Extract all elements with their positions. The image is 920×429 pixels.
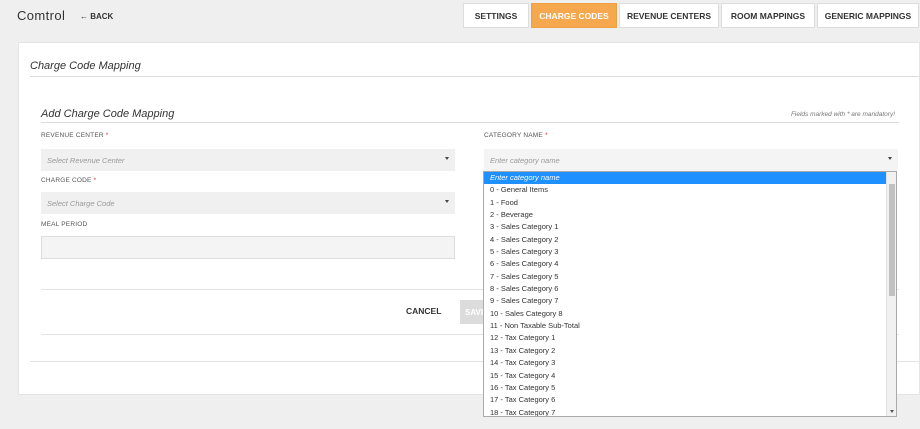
dropdown-option-placeholder[interactable]: Enter category name — [484, 172, 887, 185]
dropdown-option[interactable]: 1 - Food — [484, 197, 887, 209]
dropdown-option[interactable]: 8 - Sales Category 6 — [484, 283, 887, 295]
dropdown-option[interactable]: 13 - Tax Category 2 — [484, 345, 887, 357]
dropdown-option[interactable]: 18 - Tax Category 7 — [484, 407, 887, 416]
chevron-down-icon — [888, 157, 892, 160]
dropdown-option[interactable]: 9 - Sales Category 7 — [484, 295, 887, 307]
dropdown-scrollbar[interactable] — [886, 172, 896, 416]
dropdown-option[interactable]: 17 - Tax Category 6 — [484, 394, 887, 406]
dropdown-option[interactable]: 5 - Sales Category 3 — [484, 246, 887, 258]
dropdown-option[interactable]: 16 - Tax Category 5 — [484, 382, 887, 394]
dropdown-option[interactable]: 14 - Tax Category 3 — [484, 357, 887, 369]
dropdown-option[interactable]: 4 - Sales Category 2 — [484, 234, 887, 246]
charge-code-placeholder: Select Charge Code — [47, 198, 115, 208]
panel-divider — [30, 76, 920, 77]
required-mark: * — [105, 132, 109, 139]
category-dropdown-list[interactable]: Enter category name 0 - General Items 1 - … — [483, 171, 897, 417]
required-mark: * — [93, 177, 97, 184]
dropdown-options: Enter category name 0 - General Items 1 - … — [484, 172, 887, 416]
form-title: Add Charge Code Mapping — [41, 108, 175, 120]
app-title: Comtrol — [17, 8, 66, 23]
mandatory-note: Fields marked with * are mandatory! — [790, 111, 895, 118]
top-bar: Comtrol ← BACK SETTINGS CHARGE CODES REV… — [0, 0, 920, 31]
tab-room-mappings[interactable]: ROOM MAPPINGS — [721, 3, 815, 28]
dropdown-option[interactable]: 12 - Tax Category 1 — [484, 332, 887, 344]
back-link[interactable]: ← BACK — [80, 12, 113, 21]
charge-code-label: CHARGE CODE * — [41, 177, 96, 184]
scroll-down-arrow-icon[interactable] — [890, 410, 894, 413]
dropdown-option[interactable]: 0 - General Items — [484, 184, 887, 196]
cancel-button[interactable]: CANCEL — [406, 306, 441, 316]
revenue-center-placeholder: Select Revenue Center — [47, 155, 125, 165]
category-name-placeholder: Enter category name — [490, 155, 560, 165]
charge-code-select[interactable]: Select Charge Code — [41, 192, 455, 214]
dropdown-option[interactable]: 6 - Sales Category 4 — [484, 258, 887, 270]
charge-code-label-text: CHARGE CODE — [41, 177, 92, 184]
chevron-down-icon — [445, 157, 449, 160]
dropdown-option[interactable]: 11 - Non Taxable Sub-Total — [484, 320, 887, 332]
tab-bar: SETTINGS CHARGE CODES REVENUE CENTERS RO… — [463, 3, 920, 28]
category-name-label: CATEGORY NAME * — [484, 132, 548, 139]
revenue-center-select[interactable]: Select Revenue Center — [41, 149, 455, 171]
revenue-center-label-text: REVENUE CENTER — [41, 132, 104, 139]
scrollbar-thumb[interactable] — [889, 184, 895, 296]
dropdown-option[interactable]: 7 - Sales Category 5 — [484, 271, 887, 283]
dropdown-option[interactable]: 15 - Tax Category 4 — [484, 370, 887, 382]
dropdown-option[interactable]: 2 - Beverage — [484, 209, 887, 221]
meal-period-label: MEAL PERIOD — [41, 221, 88, 228]
form-divider — [41, 122, 899, 123]
chevron-down-icon — [445, 200, 449, 203]
required-mark: * — [544, 132, 548, 139]
tab-generic-mappings[interactable]: GENERIC MAPPINGS — [817, 3, 919, 28]
revenue-center-label: REVENUE CENTER * — [41, 132, 109, 139]
meal-period-input[interactable] — [41, 236, 455, 259]
panel-title: Charge Code Mapping — [30, 60, 141, 72]
tab-revenue-centers[interactable]: REVENUE CENTERS — [619, 3, 719, 28]
dropdown-option[interactable]: 3 - Sales Category 1 — [484, 221, 887, 233]
dropdown-option[interactable]: 10 - Sales Category 8 — [484, 308, 887, 320]
tab-settings[interactable]: SETTINGS — [463, 3, 529, 28]
tab-charge-codes[interactable]: CHARGE CODES — [531, 3, 617, 28]
category-name-select[interactable]: Enter category name — [484, 149, 898, 171]
category-name-label-text: CATEGORY NAME — [484, 132, 543, 139]
